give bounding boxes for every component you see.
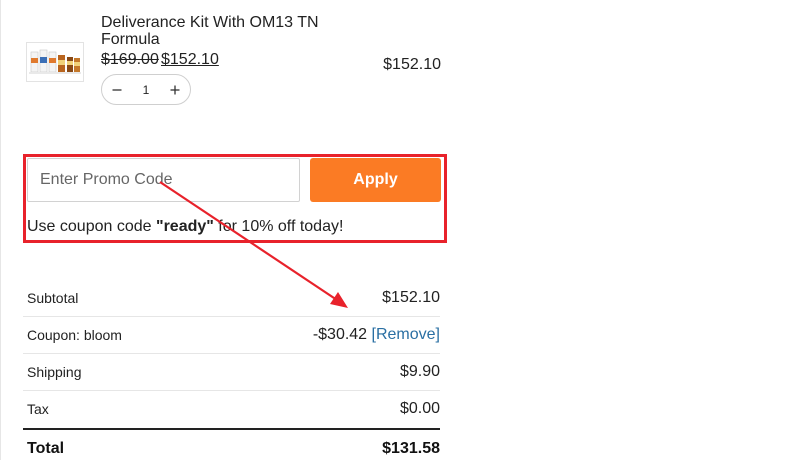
product-bottles-image [29,49,81,74]
summary-divider [23,390,440,391]
product-name[interactable]: Deliverance Kit With OM13 TN Formula [101,14,351,48]
sale-price: $152.10 [161,51,219,68]
subtotal-label: Subtotal [27,290,79,306]
coupon-label: Coupon: bloom [27,327,122,343]
coupon-discount-value: -$30.42 [312,326,368,343]
coupon-hint-suffix: for 10% off today! [213,218,344,235]
coupon-hint-prefix: Use coupon code [27,218,156,235]
coupon-hint-code: "ready" [155,218,214,235]
apply-promo-button[interactable]: Apply [310,158,441,202]
summary-divider [23,316,440,317]
coupon-hint: Use coupon code "ready" for 10% off toda… [27,218,343,236]
line-item-total: $152.10 [383,56,441,73]
left-border [0,0,1,460]
tax-label: Tax [27,401,49,417]
quantity-stepper: 1 [101,74,191,105]
total-label: Total [27,440,65,457]
shipping-label: Shipping [27,364,82,380]
quantity-value[interactable]: 1 [132,83,160,97]
product-thumbnail[interactable] [26,42,84,82]
shipping-value: $9.90 [399,363,440,380]
minus-icon [112,88,122,91]
remove-coupon-link[interactable]: [Remove] [372,326,440,343]
decrease-quantity-button[interactable] [102,75,132,104]
plus-icon [170,85,180,94]
promo-code-input[interactable] [27,158,300,202]
total-value: $131.58 [382,440,440,457]
tax-value: $0.00 [399,400,440,417]
total-divider [23,428,440,430]
coupon-row-value: -$30.42 [Remove] [313,326,440,344]
subtotal-value: $152.10 [382,289,440,306]
increase-quantity-button[interactable] [160,75,190,104]
original-price: $169.00 [101,51,159,68]
summary-divider [23,353,440,354]
